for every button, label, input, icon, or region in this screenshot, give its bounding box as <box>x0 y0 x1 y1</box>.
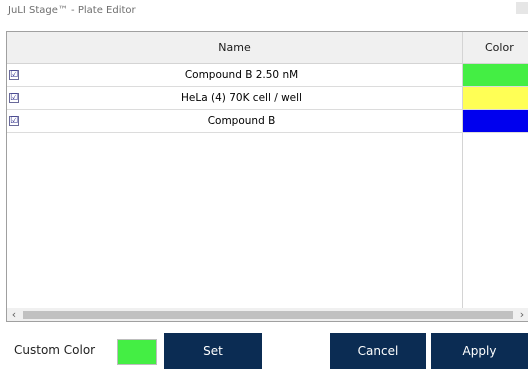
custom-color-swatch[interactable] <box>117 339 157 365</box>
row-color-swatch[interactable] <box>463 87 528 109</box>
set-button[interactable]: Set <box>164 333 262 369</box>
scrollbar-thumb[interactable] <box>23 311 513 319</box>
cancel-button[interactable]: Cancel <box>330 333 426 369</box>
row-checkbox[interactable]: ☑ <box>9 93 19 103</box>
row-name[interactable]: Compound B <box>21 110 462 132</box>
row-color-swatch[interactable] <box>463 110 528 132</box>
column-header-name[interactable]: Name <box>7 32 462 63</box>
table-row[interactable]: ☑ HeLa (4) 70K cell / well <box>7 87 528 110</box>
table-header: Name Color <box>7 32 528 64</box>
row-name[interactable]: HeLa (4) 70K cell / well <box>21 87 462 109</box>
scroll-right-icon[interactable]: › <box>517 308 527 321</box>
column-header-color[interactable]: Color <box>463 32 528 63</box>
title-bar: JuLI Stage™ - Plate Editor <box>0 0 528 24</box>
row-name[interactable]: Compound B 2.50 nM <box>21 64 462 86</box>
footer-bar: Custom Color Set Cancel Apply <box>0 333 528 372</box>
horizontal-scrollbar[interactable]: ‹ › <box>7 308 528 321</box>
plate-groups-table: Name Color ☑ Compound B 2.50 nM ☑ HeLa (… <box>6 31 528 322</box>
window-title: JuLI Stage™ - Plate Editor <box>8 5 136 16</box>
window-control-button[interactable] <box>516 2 528 14</box>
scroll-left-icon[interactable]: ‹ <box>9 308 19 321</box>
custom-color-label: Custom Color <box>14 343 96 357</box>
row-color-swatch[interactable] <box>463 64 528 86</box>
apply-button[interactable]: Apply <box>431 333 528 369</box>
row-checkbox[interactable]: ☑ <box>9 116 19 126</box>
row-checkbox[interactable]: ☑ <box>9 70 19 80</box>
table-row[interactable]: ☑ Compound B <box>7 110 528 133</box>
table-row[interactable]: ☑ Compound B 2.50 nM <box>7 64 528 87</box>
